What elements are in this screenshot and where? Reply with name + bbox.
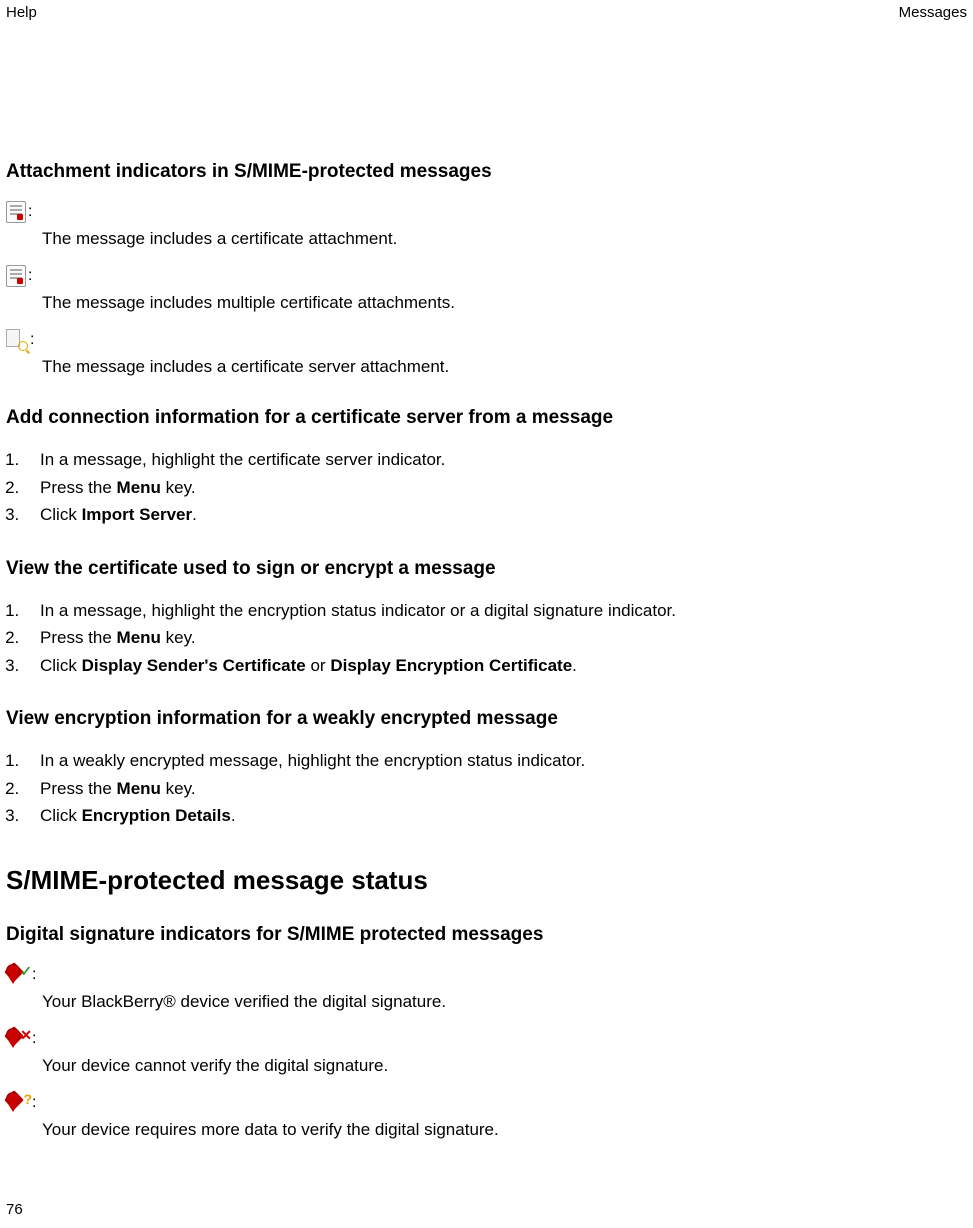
indicator-description: The message includes a certificate attac… [6,229,967,249]
indicator-item: : The message includes a certificate ser… [6,329,967,377]
steps-list: In a message, highlight the certificate … [6,447,967,528]
step-text: Click [40,656,82,675]
step-item: Click Encryption Details. [24,803,967,829]
signature-unverified-icon: ✕ [6,1028,30,1050]
header-right: Messages [899,4,967,21]
step-text: Press the [40,779,117,798]
multiple-certificate-attachment-icon [6,265,26,287]
indicator-term: ? : [6,1092,967,1114]
colon: : [28,267,32,285]
step-text: Press the [40,478,117,497]
page-number: 76 [6,1201,23,1218]
section-title-view-encryption-weak: View encryption information for a weakly… [6,708,967,730]
indicator-description: Your BlackBerry® device verified the dig… [6,992,967,1012]
step-text: Click [40,505,82,524]
step-bold: Display Encryption Certificate [330,656,572,675]
step-item: Click Import Server. [24,502,967,528]
colon: : [32,966,36,984]
indicator-description: Your device requires more data to verify… [6,1120,967,1140]
colon: : [30,331,34,349]
section-title-add-connection: Add connection information for a certifi… [6,407,967,429]
indicator-term: ✓ : [6,964,967,986]
indicator-description: Your device cannot verify the digital si… [6,1056,967,1076]
step-item: In a weakly encrypted message, highlight… [24,748,967,774]
step-item: Press the Menu key. [24,475,967,501]
step-bold: Menu [117,478,161,497]
step-text: In a message, highlight the certificate … [40,450,445,469]
indicator-description: The message includes multiple certificat… [6,293,967,313]
signature-verified-icon: ✓ [6,964,30,986]
step-text: Press the [40,628,117,647]
indicator-item: ? : Your device requires more data to ve… [6,1092,967,1140]
colon: : [28,203,32,221]
indicator-description: The message includes a certificate serve… [6,357,967,377]
step-text: . [192,505,197,524]
indicator-term: ✕ : [6,1028,967,1050]
step-bold: Menu [117,779,161,798]
colon: : [32,1094,36,1112]
step-text: . [231,806,236,825]
steps-list: In a message, highlight the encryption s… [6,598,967,679]
step-item: In a message, highlight the certificate … [24,447,967,473]
page-header: Help Messages [0,0,973,21]
step-text: In a weakly encrypted message, highlight… [40,751,585,770]
colon: : [32,1030,36,1048]
certificate-server-attachment-icon [6,329,28,351]
indicator-term: : [6,329,967,351]
step-bold: Import Server [82,505,193,524]
step-text: key. [161,628,196,647]
indicator-term: : [6,201,967,223]
step-text: key. [161,779,196,798]
indicator-term: : [6,265,967,287]
step-item: Press the Menu key. [24,776,967,802]
section-title-view-certificate: View the certificate used to sign or enc… [6,558,967,580]
steps-list: In a weakly encrypted message, highlight… [6,748,967,829]
step-bold: Encryption Details [82,806,231,825]
indicator-item: : The message includes multiple certific… [6,265,967,313]
step-item: In a message, highlight the encryption s… [24,598,967,624]
indicator-item: : The message includes a certificate att… [6,201,967,249]
step-text: Click [40,806,82,825]
step-text: In a message, highlight the encryption s… [40,601,676,620]
step-bold: Menu [117,628,161,647]
indicator-item: ✕ : Your device cannot verify the digita… [6,1028,967,1076]
header-left: Help [6,4,37,21]
step-item: Click Display Sender's Certificate or Di… [24,653,967,679]
step-text: key. [161,478,196,497]
section-title-attachment-indicators: Attachment indicators in S/MIME-protecte… [6,161,967,183]
main-heading-smime-status: S/MIME-protected message status [6,865,967,896]
page-content: Attachment indicators in S/MIME-protecte… [0,21,973,1140]
step-text: or [306,656,331,675]
section-title-digital-signature-indicators: Digital signature indicators for S/MIME … [6,924,967,946]
step-bold: Display Sender's Certificate [82,656,306,675]
signature-needs-data-icon: ? [6,1092,30,1114]
indicator-item: ✓ : Your BlackBerry® device verified the… [6,964,967,1012]
certificate-attachment-icon [6,201,26,223]
step-text: . [572,656,577,675]
step-item: Press the Menu key. [24,625,967,651]
